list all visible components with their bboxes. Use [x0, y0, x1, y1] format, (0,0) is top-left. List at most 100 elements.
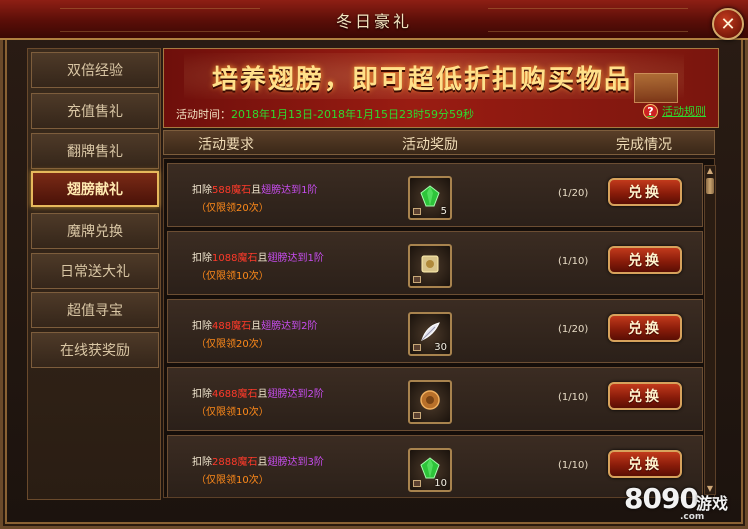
- deduct-label: 扣除: [192, 321, 212, 332]
- requirement-text: 扣除588魔石且翅膀达到1阶 （仅限领20次）: [192, 182, 317, 218]
- limit-text: （仅限领20次）: [196, 203, 269, 214]
- event-time-label: 活动时间：: [176, 108, 231, 121]
- window-title: 冬日豪礼: [335, 12, 412, 31]
- close-button[interactable]: ✕: [712, 8, 744, 40]
- and-label: 且: [251, 321, 262, 332]
- item-count: 5: [440, 206, 447, 217]
- table-header: 活动要求 活动奖励 完成情况: [163, 130, 715, 155]
- sidebar: 双倍经验 充值售礼 翻牌售礼 翅膀献礼 魔牌兑换 日常送大礼 超值寻宝 在线获奖…: [27, 48, 161, 500]
- item-count: 10: [434, 478, 447, 489]
- reward-list: 扣除588魔石且翅膀达到1阶 （仅限领20次） 5 (1/20) 兑换 扣除10…: [163, 158, 715, 498]
- cost-value: 588魔石: [212, 185, 252, 196]
- sidebar-item-wing-gift[interactable]: 翅膀献礼: [31, 171, 159, 207]
- requirement-text: 扣除488魔石且翅膀达到2阶 （仅限领20次）: [192, 318, 317, 354]
- watermark-domain: .com: [680, 512, 705, 522]
- requirement-text: 扣除2888魔石且翅膀达到3阶 （仅限领10次）: [192, 454, 324, 490]
- sidebar-item-label: 日常送大礼: [60, 264, 130, 280]
- exchange-button[interactable]: 兑换: [608, 450, 682, 478]
- reward-item-slot[interactable]: 30: [408, 312, 452, 356]
- exchange-button[interactable]: 兑换: [608, 314, 682, 342]
- green-gem-icon: [420, 457, 440, 479]
- and-label: 且: [257, 457, 268, 468]
- header-requirement: 活动要求: [198, 137, 254, 153]
- sidebar-item-online-reward[interactable]: 在线获奖励: [31, 332, 159, 368]
- help-icon: ?: [643, 103, 658, 119]
- sidebar-item-magic-card-exchange[interactable]: 魔牌兑换: [31, 213, 159, 249]
- sidebar-item-label: 翻牌售礼: [67, 144, 123, 160]
- lock-icon: [413, 208, 421, 215]
- event-banner: 培养翅膀，即可超低折扣购买物品 活动时间：2018年1月13日-2018年1月1…: [163, 48, 719, 128]
- condition-text: 翅膀达到1阶: [261, 185, 318, 196]
- banner-title: 培养翅膀，即可超低折扣购买物品: [212, 65, 633, 95]
- reward-row: 扣除1088魔石且翅膀达到1阶 （仅限领10次） (1/10) 兑换: [167, 231, 703, 295]
- sidebar-item-daily-gift[interactable]: 日常送大礼: [31, 253, 159, 289]
- condition-text: 翅膀达到3阶: [267, 457, 324, 468]
- and-label: 且: [257, 389, 268, 400]
- requirement-text: 扣除4688魔石且翅膀达到2阶 （仅限领10次）: [192, 386, 324, 422]
- lock-icon: [413, 480, 421, 487]
- event-rules-link[interactable]: ? 活动规则: [643, 103, 706, 119]
- exchange-button[interactable]: 兑换: [608, 246, 682, 274]
- reward-item-slot[interactable]: [408, 380, 452, 424]
- sidebar-item-label: 充值售礼: [67, 104, 123, 120]
- lock-icon: [413, 276, 421, 283]
- sidebar-item-double-exp[interactable]: 双倍经验: [31, 52, 159, 88]
- condition-text: 翅膀达到2阶: [261, 321, 318, 332]
- feather-icon: [421, 322, 440, 341]
- event-time: 活动时间：2018年1月13日-2018年1月15日23时59分59秒: [176, 106, 474, 122]
- exchange-button[interactable]: 兑换: [608, 178, 682, 206]
- header-status: 完成情况: [616, 137, 672, 153]
- reward-item-slot[interactable]: [408, 244, 452, 288]
- sidebar-item-label: 魔牌兑换: [67, 224, 123, 240]
- limit-text: （仅限领10次）: [196, 271, 269, 282]
- condition-text: 翅膀达到1阶: [267, 253, 324, 264]
- deduct-label: 扣除: [192, 185, 212, 196]
- scroll-icon: [421, 255, 439, 273]
- cost-value: 4688魔石: [212, 389, 258, 400]
- reward-item-slot[interactable]: 5: [408, 176, 452, 220]
- sidebar-item-card-flip-gift[interactable]: 翻牌售礼: [31, 133, 159, 169]
- deduct-label: 扣除: [192, 457, 212, 468]
- completion-progress: (1/20): [558, 188, 589, 199]
- list-scrollbar[interactable]: ▲ ▼: [704, 165, 716, 495]
- event-time-value: 2018年1月13日-2018年1月15日23时59分59秒: [231, 108, 474, 121]
- cost-value: 2888魔石: [212, 457, 258, 468]
- sidebar-item-label: 双倍经验: [67, 63, 123, 79]
- cost-value: 1088魔石: [212, 253, 258, 264]
- sidebar-item-treasure-hunt[interactable]: 超值寻宝: [31, 292, 159, 328]
- sidebar-item-label: 超值寻宝: [67, 303, 123, 319]
- lock-icon: [413, 344, 421, 351]
- limit-text: （仅限领10次）: [196, 407, 269, 418]
- and-label: 且: [251, 185, 262, 196]
- scroll-up-icon[interactable]: ▲: [706, 167, 714, 175]
- deduct-label: 扣除: [192, 253, 212, 264]
- sidebar-item-recharge-gift[interactable]: 充值售礼: [31, 93, 159, 129]
- item-count: 30: [434, 342, 447, 353]
- gift-box-icon: [634, 73, 678, 103]
- header-reward: 活动奖励: [402, 137, 458, 153]
- scroll-thumb[interactable]: [706, 178, 714, 194]
- watermark-number: 8090: [624, 482, 699, 515]
- completion-progress: (1/20): [558, 324, 589, 335]
- site-watermark: 8090 游戏 .com: [620, 482, 740, 524]
- limit-text: （仅限领20次）: [196, 339, 269, 350]
- completion-progress: (1/10): [558, 460, 589, 471]
- lock-icon: [413, 412, 421, 419]
- completion-progress: (1/10): [558, 392, 589, 403]
- sidebar-item-label: 翅膀献礼: [67, 182, 123, 198]
- completion-progress: (1/10): [558, 256, 589, 267]
- close-icon: ✕: [720, 13, 736, 35]
- reward-row: 扣除488魔石且翅膀达到2阶 （仅限领20次） 30 (1/20) 兑换: [167, 299, 703, 363]
- reward-row: 扣除4688魔石且翅膀达到2阶 （仅限领10次） (1/10) 兑换: [167, 367, 703, 431]
- sidebar-item-label: 在线获奖励: [60, 343, 130, 359]
- title-bar: 冬日豪礼: [0, 0, 748, 40]
- exchange-button[interactable]: 兑换: [608, 382, 682, 410]
- reward-row: 扣除588魔石且翅膀达到1阶 （仅限领20次） 5 (1/20) 兑换: [167, 163, 703, 227]
- event-rules-label: 活动规则: [662, 105, 706, 118]
- condition-text: 翅膀达到2阶: [267, 389, 324, 400]
- coin-icon: [420, 390, 440, 410]
- cost-value: 488魔石: [212, 321, 252, 332]
- reward-item-slot[interactable]: 10: [408, 448, 452, 492]
- green-gem-icon: [420, 185, 440, 207]
- deduct-label: 扣除: [192, 389, 212, 400]
